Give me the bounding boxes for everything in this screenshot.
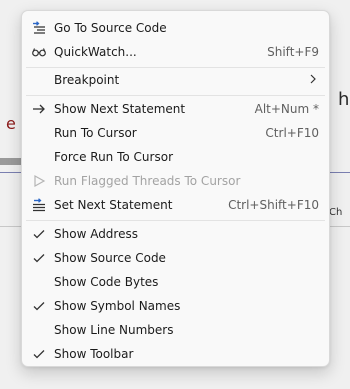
menu-item-label: Show Source Code xyxy=(54,251,166,265)
menu-item-label: Show Line Numbers xyxy=(54,323,174,337)
menu-item-set-next-statement[interactable]: Set Next Statement Ctrl+Shift+F10 xyxy=(26,193,325,217)
menu-item-label: QuickWatch... xyxy=(54,45,137,59)
set-next-statement-icon xyxy=(31,197,47,213)
menu-item-quickwatch[interactable]: QuickWatch... Shift+F9 xyxy=(26,40,325,64)
checkmark-icon xyxy=(31,346,47,362)
menu-item-show-address[interactable]: Show Address xyxy=(26,222,325,246)
menu-item-label: Go To Source Code xyxy=(54,21,167,35)
menu-item-shortcut: Shift+F9 xyxy=(267,45,319,59)
play-outline-icon xyxy=(31,173,47,189)
menu-item-label: Set Next Statement xyxy=(54,198,173,212)
menu-item-label: Show Toolbar xyxy=(54,347,134,361)
background-text-fragment: e xyxy=(6,114,16,133)
background-scroll-indicator xyxy=(0,158,22,165)
source-code-icon xyxy=(31,20,47,36)
menu-separator xyxy=(26,220,325,221)
context-menu: Go To Source Code QuickWatch... Shift+F9… xyxy=(21,10,330,367)
menu-item-label: Force Run To Cursor xyxy=(54,150,173,164)
checkmark-icon xyxy=(31,298,47,314)
background-text-fragment: Ch xyxy=(329,207,343,218)
menu-item-shortcut: Ctrl+F10 xyxy=(265,126,319,140)
menu-item-shortcut: Alt+Num * xyxy=(254,102,319,116)
menu-item-show-code-bytes[interactable]: Show Code Bytes xyxy=(26,270,325,294)
menu-item-show-symbol-names[interactable]: Show Symbol Names xyxy=(26,294,325,318)
menu-item-run-to-cursor[interactable]: Run To Cursor Ctrl+F10 xyxy=(26,121,325,145)
menu-item-shortcut: Ctrl+Shift+F10 xyxy=(228,198,319,212)
menu-item-label: Show Address xyxy=(54,227,138,241)
menu-item-force-run-to-cursor[interactable]: Force Run To Cursor xyxy=(26,145,325,169)
menu-item-label: Run To Cursor xyxy=(54,126,137,140)
chevron-right-icon xyxy=(309,73,317,88)
menu-item-show-line-numbers[interactable]: Show Line Numbers xyxy=(26,318,325,342)
menu-item-label: Breakpoint xyxy=(54,73,120,87)
checkmark-icon xyxy=(31,226,47,242)
arrow-right-icon xyxy=(31,101,47,117)
menu-item-show-source-code[interactable]: Show Source Code xyxy=(26,246,325,270)
glasses-icon xyxy=(31,44,47,60)
menu-separator xyxy=(26,95,325,96)
menu-item-label: Show Next Statement xyxy=(54,102,186,116)
menu-item-show-toolbar[interactable]: Show Toolbar xyxy=(26,342,325,366)
menu-item-go-to-source-code[interactable]: Go To Source Code xyxy=(26,16,325,40)
menu-item-show-next-statement[interactable]: Show Next Statement Alt+Num * xyxy=(26,97,325,121)
background-text-fragment: h xyxy=(338,89,350,110)
menu-item-label: Show Code Bytes xyxy=(54,275,159,289)
menu-item-label: Run Flagged Threads To Cursor xyxy=(54,174,241,188)
menu-item-label: Show Symbol Names xyxy=(54,299,181,313)
checkmark-icon xyxy=(31,250,47,266)
menu-item-breakpoint[interactable]: Breakpoint xyxy=(26,68,325,92)
menu-item-run-flagged-threads-to-cursor: Run Flagged Threads To Cursor xyxy=(26,169,325,193)
